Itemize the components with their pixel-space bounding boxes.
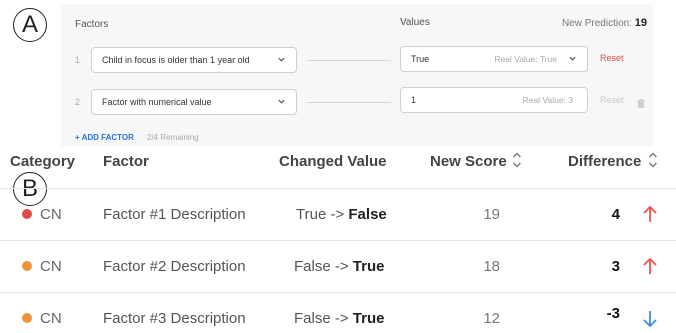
column-header-changed-value[interactable]: Changed Value bbox=[279, 153, 387, 170]
sort-updown-icon[interactable] bbox=[512, 151, 522, 169]
new-prediction-label: New Prediction: bbox=[561, 18, 632, 29]
changed-from: False -> bbox=[294, 310, 349, 327]
changed-to: False bbox=[348, 206, 387, 223]
connector-line bbox=[307, 60, 391, 61]
annotation-label-b: B bbox=[13, 172, 47, 206]
factor-select-value: Child in focus is older than 1 year old bbox=[102, 55, 250, 65]
column-header-new-score[interactable]: New Score bbox=[430, 153, 507, 170]
category-cell: CN bbox=[40, 310, 62, 327]
arrow-up-icon bbox=[643, 257, 657, 275]
changed-to: True bbox=[352, 310, 385, 327]
factor-select-value: Factor with numerical value bbox=[102, 97, 212, 107]
column-header-factor[interactable]: Factor bbox=[103, 153, 149, 170]
new-prediction-value: 19 bbox=[634, 17, 647, 29]
category-cell: CN bbox=[40, 206, 62, 223]
factor-row-index: 1 bbox=[75, 55, 81, 65]
changed-value-cell: False -> True bbox=[294, 310, 384, 327]
factor-cell: Factor #3 Description bbox=[103, 310, 246, 327]
category-cell: CN bbox=[40, 258, 62, 275]
factors-header: Factors bbox=[75, 19, 109, 30]
reset-button[interactable]: Reset bbox=[600, 95, 624, 105]
difference-cell: 4 bbox=[611, 206, 620, 223]
category-dot bbox=[22, 209, 32, 219]
remaining-count: 2/4 Remaining bbox=[147, 133, 199, 142]
chevron-down-icon bbox=[568, 54, 577, 65]
changed-value-cell: True -> False bbox=[296, 206, 387, 223]
value-input[interactable]: 1 Real Value: 3 bbox=[400, 87, 588, 113]
changed-value-cell: False -> True bbox=[294, 258, 384, 275]
changed-to: True bbox=[352, 258, 385, 275]
value-select-value: True bbox=[411, 54, 430, 64]
chevron-down-icon bbox=[277, 97, 286, 108]
column-header-difference[interactable]: Difference bbox=[568, 153, 641, 170]
trash-icon[interactable] bbox=[637, 95, 645, 108]
changed-from: True -> bbox=[296, 206, 345, 223]
real-value-text: Real Value: 3 bbox=[522, 95, 573, 105]
difference-cell: -3 bbox=[606, 305, 620, 322]
factor-cell: Factor #2 Description bbox=[103, 258, 246, 275]
arrow-up-icon bbox=[643, 205, 657, 223]
new-prediction: New Prediction: 19 bbox=[562, 17, 647, 29]
new-score-cell: 18 bbox=[483, 258, 500, 275]
add-factor-button[interactable]: + ADD FACTOR bbox=[75, 133, 134, 142]
divider bbox=[0, 240, 676, 241]
changed-from: False -> bbox=[294, 258, 349, 275]
category-dot bbox=[22, 261, 32, 271]
category-dot bbox=[22, 313, 32, 323]
what-if-panel: Factors Values New Prediction: 19 1 Chil… bbox=[61, 4, 653, 146]
new-score-cell: 19 bbox=[483, 206, 500, 223]
factor-select[interactable]: Child in focus is older than 1 year old bbox=[91, 47, 297, 73]
divider bbox=[0, 292, 676, 293]
real-value-text: Real Value: True bbox=[494, 54, 557, 64]
factor-select[interactable]: Factor with numerical value bbox=[91, 89, 297, 115]
value-input-value: 1 bbox=[411, 95, 417, 105]
factor-cell: Factor #1 Description bbox=[103, 206, 246, 223]
divider bbox=[0, 188, 676, 189]
column-header-category[interactable]: Category bbox=[10, 153, 75, 170]
difference-cell: 3 bbox=[611, 258, 620, 275]
new-score-cell: 12 bbox=[483, 310, 500, 327]
reset-button[interactable]: Reset bbox=[600, 53, 624, 63]
factor-row-index: 2 bbox=[75, 97, 81, 107]
value-select[interactable]: True Real Value: True bbox=[400, 46, 588, 72]
chevron-down-icon bbox=[277, 55, 286, 66]
annotation-label-a: A bbox=[13, 8, 47, 42]
values-header: Values bbox=[400, 17, 430, 28]
sort-updown-icon[interactable] bbox=[648, 151, 658, 169]
arrow-down-icon bbox=[643, 310, 657, 328]
connector-line bbox=[307, 102, 391, 103]
